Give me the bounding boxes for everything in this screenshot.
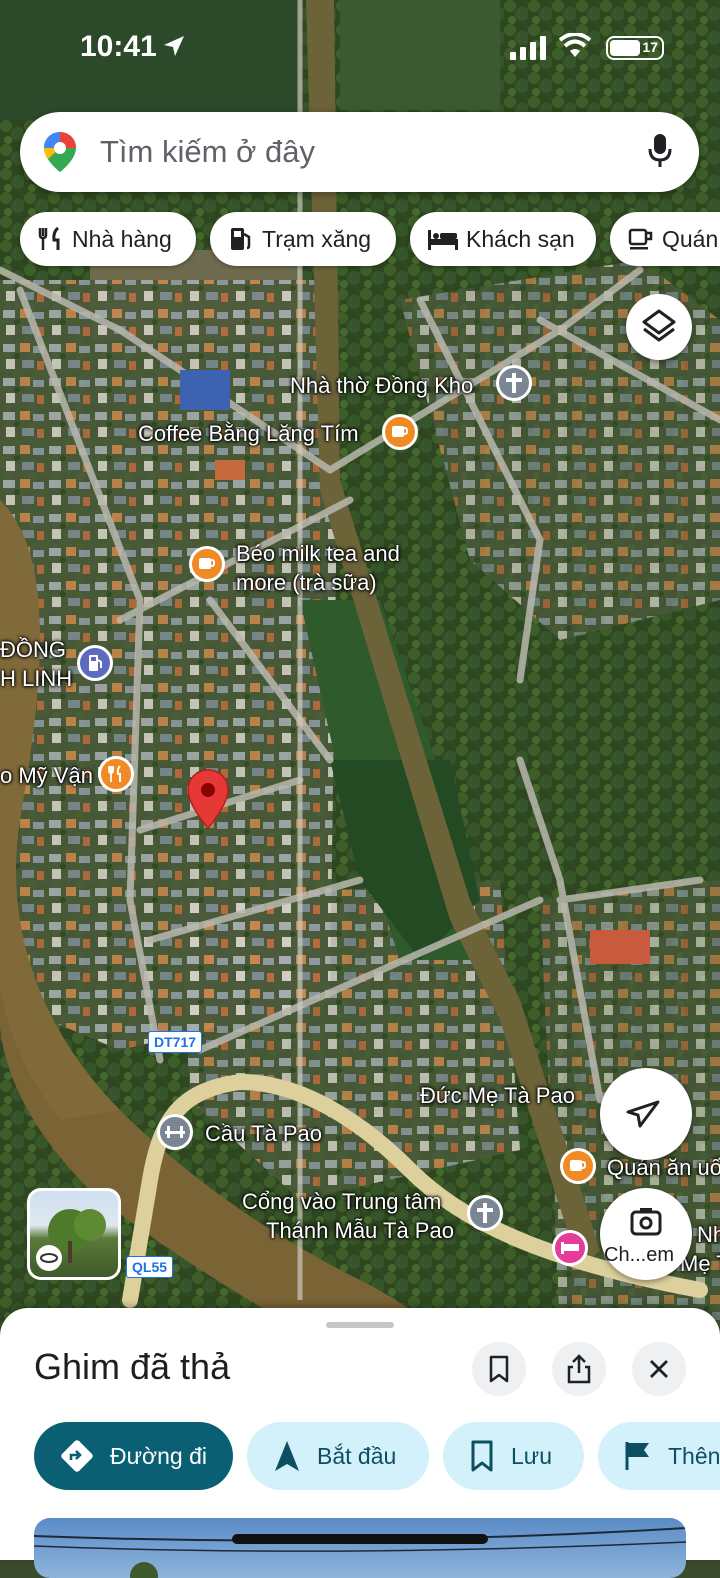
save-button[interactable]: Lưu xyxy=(443,1422,584,1490)
map-label-gate-line2[interactable]: Thánh Mẫu Tà Pao xyxy=(266,1218,454,1244)
restaurant-poi-icon[interactable] xyxy=(98,756,134,792)
status-bar: 10:41 17 xyxy=(0,0,720,100)
share-icon xyxy=(567,1354,591,1384)
layers-button[interactable] xyxy=(626,294,692,360)
fork-knife-icon xyxy=(38,226,64,252)
chip-label: Trạm xăng xyxy=(262,225,372,252)
battery-icon: 17 xyxy=(606,36,664,60)
navigation-arrow-icon xyxy=(626,1100,660,1128)
church-poi-icon[interactable] xyxy=(467,1195,503,1231)
chip-restaurants[interactable]: Nhà hàng xyxy=(20,212,196,266)
my-location-button[interactable] xyxy=(600,1068,692,1160)
camera-lens-icon xyxy=(630,1208,662,1236)
map-label-church-dong-kho[interactable]: Nhà thờ Đồng Kho xyxy=(290,373,473,399)
add-label-button[interactable]: Thên xyxy=(598,1422,720,1490)
chip-hotels[interactable]: Khách sạn xyxy=(410,212,596,266)
dropped-pin-sheet: Ghim đã thả Đường đi Bắt đầu Lưu Thên xyxy=(0,1308,720,1578)
action-label: Thên xyxy=(668,1442,720,1469)
location-photo[interactable] xyxy=(34,1518,686,1578)
dropped-pin-icon[interactable] xyxy=(186,768,230,835)
microphone-icon[interactable] xyxy=(647,132,673,170)
navigation-arrow-icon xyxy=(273,1439,301,1473)
flag-icon xyxy=(624,1440,652,1472)
share-button[interactable] xyxy=(552,1342,606,1396)
category-chips: Nhà hàng Trạm xăng Khách sạn Quán xyxy=(20,212,720,268)
lens-search-button[interactable]: Ch...em xyxy=(600,1188,692,1280)
home-indicator xyxy=(232,1534,488,1544)
cafe-poi-icon[interactable] xyxy=(382,414,418,450)
close-icon xyxy=(650,1360,668,1378)
cafe-poi-icon[interactable] xyxy=(189,546,225,582)
bridge-poi-icon[interactable] xyxy=(157,1114,193,1150)
start-button[interactable]: Bắt đầu xyxy=(247,1422,429,1490)
map-label-coffee[interactable]: Coffee Bằng Lăng Tím xyxy=(138,421,359,447)
gas-station-poi-icon[interactable] xyxy=(77,645,113,681)
action-label: Đường đi xyxy=(110,1442,207,1469)
road-shield-ql55: QL55 xyxy=(126,1256,174,1278)
sheet-title: Ghim đã thả xyxy=(34,1346,231,1387)
sheet-drag-handle[interactable] xyxy=(326,1322,394,1328)
cellular-signal-icon xyxy=(510,36,546,60)
bookmark-icon xyxy=(469,1440,495,1472)
status-time: 10:41 xyxy=(80,30,157,63)
google-maps-logo-icon xyxy=(44,132,76,172)
chip-gas-stations[interactable]: Trạm xăng xyxy=(210,212,396,266)
action-label: Lưu xyxy=(511,1442,552,1469)
map-label-duc-me[interactable]: Đức Mẹ Tà Pao xyxy=(420,1083,575,1109)
street-view-rotate-icon xyxy=(36,1245,62,1271)
chip-cafes[interactable]: Quán xyxy=(610,212,720,266)
gas-pump-icon xyxy=(228,226,254,252)
map-label-restaurant[interactable]: o Mỹ Vận xyxy=(0,763,93,789)
bed-icon xyxy=(428,228,458,250)
wifi-icon xyxy=(558,33,592,57)
search-bar[interactable]: Tìm kiếm ở đây xyxy=(20,112,699,192)
cafe-poi-icon[interactable] xyxy=(560,1148,596,1184)
map-label-bridge[interactable]: Cầu Tà Pao xyxy=(205,1121,322,1147)
map-label-milk-tea-line1[interactable]: Béo milk tea and xyxy=(236,541,400,567)
map-label-gas-line2[interactable]: H LINH xyxy=(0,666,72,692)
road-shield-dt717: DT717 xyxy=(148,1031,203,1053)
hotel-poi-icon[interactable] xyxy=(552,1230,588,1266)
cup-icon xyxy=(628,227,654,251)
layers-icon xyxy=(642,309,676,342)
chip-label: Nhà hàng xyxy=(72,225,172,252)
battery-level: 17 xyxy=(642,39,658,55)
map-label-right-line1[interactable]: Nh xyxy=(697,1222,720,1248)
location-arrow-icon xyxy=(164,36,184,56)
directions-button[interactable]: Đường đi xyxy=(34,1422,233,1490)
save-bookmark-button[interactable] xyxy=(472,1342,526,1396)
map-label-gas-line1[interactable]: ĐỒNG xyxy=(0,637,66,663)
lens-label: Ch...em xyxy=(604,1244,675,1266)
chip-label: Khách sạn xyxy=(466,225,575,252)
close-button[interactable] xyxy=(632,1342,686,1396)
bookmark-icon xyxy=(489,1355,509,1383)
search-input[interactable]: Tìm kiếm ở đây xyxy=(100,134,315,170)
church-poi-icon[interactable] xyxy=(496,365,532,401)
map-label-gate-line1[interactable]: Cổng vào Trung tâm xyxy=(242,1189,441,1215)
action-label: Bắt đầu xyxy=(317,1442,397,1469)
map-label-milk-tea-line2[interactable]: more (trà sữa) xyxy=(236,570,377,596)
chip-label: Quán xyxy=(662,225,719,252)
street-view-thumbnail[interactable] xyxy=(27,1188,121,1280)
directions-icon xyxy=(60,1439,94,1473)
